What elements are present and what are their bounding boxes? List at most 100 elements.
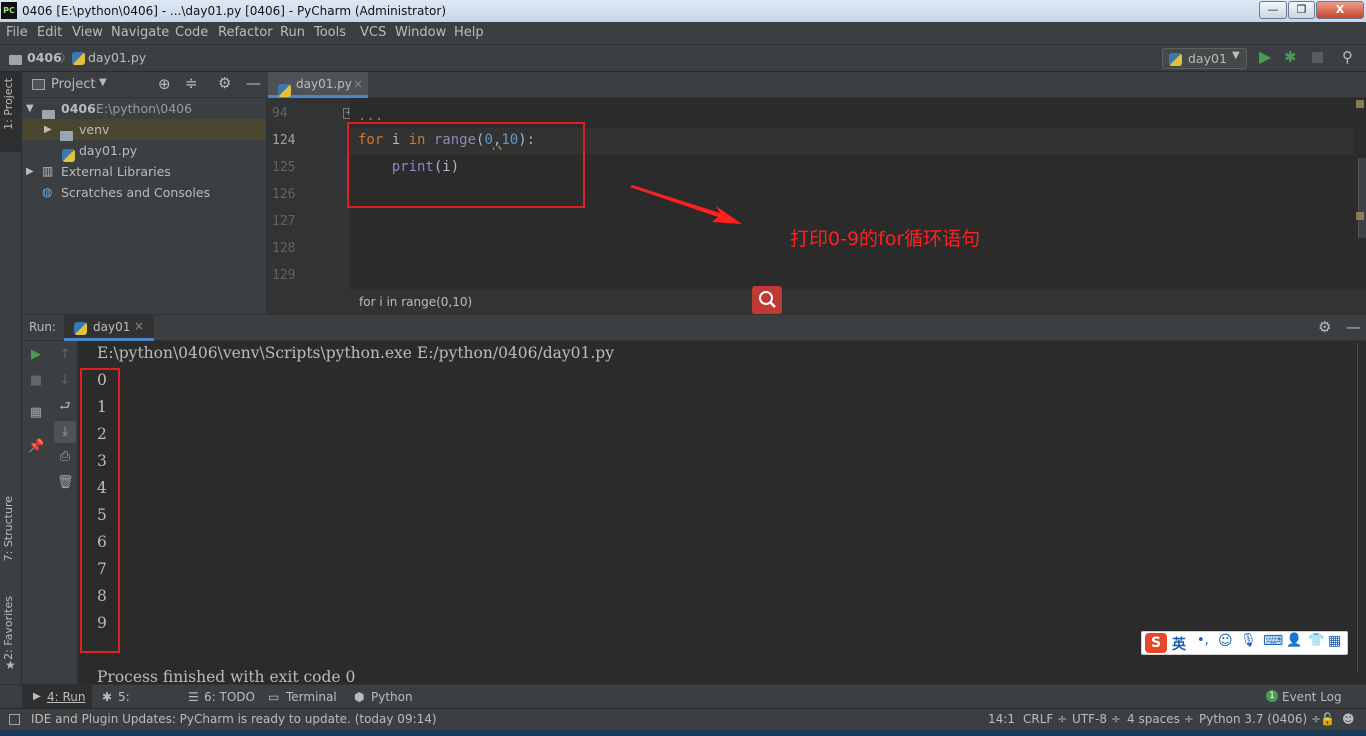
user-icon[interactable]: 👤	[1286, 633, 1302, 648]
project-panel: Project ▼ ⊕ ≑ ⚙ — ▼ 0406 E:\python\0406 …	[22, 72, 266, 314]
line-number: 127	[272, 214, 296, 229]
microphone-icon[interactable]: 🎙	[1240, 633, 1257, 648]
maximize-button[interactable]: ❐	[1288, 1, 1315, 19]
gear-icon[interactable]: ⚙	[1318, 318, 1331, 336]
tab-terminal[interactable]: ▭ Terminal	[266, 685, 337, 709]
locate-icon[interactable]: ⊕	[158, 75, 171, 93]
search-icon[interactable]	[752, 286, 782, 314]
menu-vcs[interactable]: VCS	[360, 22, 386, 44]
indent-setting[interactable]: 4 spaces ÷	[1127, 709, 1194, 730]
scroll-thumb[interactable]	[1358, 158, 1366, 238]
lock-icon[interactable]: 🔓	[1320, 709, 1335, 730]
hide-icon[interactable]: —	[246, 74, 261, 92]
skin-icon[interactable]: 👕	[1308, 633, 1324, 648]
run-icon[interactable]: ▶	[1259, 47, 1271, 66]
code-breadcrumb[interactable]: for i in range(0,10)	[266, 290, 1366, 314]
close-icon[interactable]: ×	[353, 72, 363, 96]
menu-run[interactable]: Run	[280, 22, 305, 44]
menu-help[interactable]: Help	[454, 22, 484, 44]
search-icon[interactable]: ⚲	[1342, 48, 1353, 66]
tree-item-venv[interactable]: ▶ venv	[22, 119, 266, 141]
tree-item-scratches[interactable]: ◍ Scratches and Consoles	[22, 182, 266, 203]
chevron-down-icon: ▼	[1232, 50, 1240, 61]
python-interpreter[interactable]: Python 3.7 (0406) ÷	[1199, 709, 1321, 730]
editor-tab-bar: day01.py ×	[266, 72, 1366, 98]
tree-item-external-libraries[interactable]: ▶ ▥ External Libraries	[22, 161, 266, 182]
tab-debug[interactable]: ✱ 5: Debug	[98, 685, 172, 728]
editor-scrollbar[interactable]	[1354, 98, 1366, 290]
minimize-button[interactable]: —	[1259, 1, 1287, 19]
nav-project[interactable]: 0406	[27, 50, 62, 65]
menu-window[interactable]: Window	[395, 22, 446, 44]
debug-icon[interactable]: ✱	[1284, 48, 1297, 66]
tab-label: day01.py	[296, 77, 352, 91]
windows-taskbar	[0, 730, 1366, 736]
tab-run-label: 4: Run	[47, 690, 86, 704]
emoji-icon[interactable]: ☺	[1218, 633, 1233, 649]
tab-python-console[interactable]: ⬢ Python Console	[352, 685, 462, 728]
annotation-arrow	[630, 185, 742, 224]
annotation-text: 打印0-9的for循环语句	[790, 228, 981, 250]
keyboard-icon[interactable]: ⌨	[1263, 633, 1283, 649]
tab-event-log[interactable]: 1 Event Log	[1264, 685, 1354, 709]
file-encoding[interactable]: UTF-8 ÷	[1072, 709, 1121, 730]
run-label: Run:	[29, 320, 57, 334]
menu-navigate[interactable]: Navigate	[111, 22, 169, 44]
layout-icon[interactable]: ▦	[28, 405, 44, 421]
print-icon[interactable]: ⎙	[57, 449, 73, 465]
tree-item-day01[interactable]: day01.py	[22, 140, 266, 162]
down-arrow-icon[interactable]: ↓	[57, 373, 73, 389]
run-config-select[interactable]: day01 ▼	[1162, 48, 1247, 69]
menu-view[interactable]: View	[72, 22, 103, 44]
editor-gutter: 94 124 125 126 127 128 129 +	[266, 98, 354, 290]
tab-todo-label: 6: TODO	[204, 690, 255, 704]
scroll-to-end-icon[interactable]: ⤓	[54, 421, 76, 443]
cursor-position[interactable]: 14:1	[988, 709, 1015, 730]
hide-icon[interactable]: —	[1346, 318, 1361, 336]
pin-icon[interactable]: 📌	[28, 439, 44, 455]
tab-structure[interactable]: 7: Structure	[2, 496, 15, 561]
grid-icon[interactable]: ▦	[1328, 633, 1341, 649]
console-scrollbar[interactable]	[1354, 341, 1366, 684]
chevron-down-icon[interactable]: ▼	[99, 77, 107, 88]
ime-toolbar[interactable]: S 英 •, ☺ 🎙 ⌨ 👤 👕 ▦	[1141, 631, 1348, 655]
title-bar: PC 0406 [E:\python\0406] - ...\day01.py …	[0, 0, 1366, 22]
status-message[interactable]: IDE and Plugin Updates: PyCharm is ready…	[31, 709, 437, 730]
tab-terminal-label: Terminal	[286, 690, 337, 704]
collapse-all-icon[interactable]: ≑	[185, 74, 198, 92]
menu-refactor[interactable]: Refactor	[218, 22, 273, 44]
tab-project[interactable]: 1: Project	[2, 78, 15, 130]
stop-icon[interactable]	[1312, 52, 1323, 63]
tab-run[interactable]: ▶ 4: Run	[22, 685, 92, 709]
breadcrumb-separator-icon: 〉	[60, 51, 73, 65]
tree-item-root[interactable]: ▼ 0406 E:\python\0406	[22, 98, 266, 120]
highlight-box-code	[347, 122, 585, 208]
soft-wrap-icon[interactable]: ⮐	[57, 399, 73, 415]
tab-day01[interactable]: day01.py ×	[268, 72, 368, 98]
trash-icon[interactable]: 🗑	[57, 475, 74, 491]
run-tab-day01[interactable]: day01 ×	[64, 315, 154, 341]
inspector-icon[interactable]: ☻	[1342, 709, 1355, 730]
project-view-title[interactable]: Project	[51, 77, 95, 92]
line-number: 126	[272, 187, 296, 202]
menu-file[interactable]: File	[6, 22, 28, 44]
tab-todo[interactable]: ☰ 6: TODO	[186, 685, 256, 709]
stop-icon[interactable]: ■	[28, 373, 44, 389]
tree-item-label: Scratches and Consoles	[61, 185, 211, 200]
toggle-panels-icon[interactable]	[9, 714, 20, 725]
gear-icon[interactable]: ⚙	[218, 74, 231, 92]
close-icon[interactable]: ×	[134, 319, 144, 333]
ime-language[interactable]: 英	[1172, 634, 1186, 654]
punctuation-icon[interactable]: •,	[1197, 633, 1209, 648]
play-icon: ▶	[33, 691, 41, 702]
menu-tools[interactable]: Tools	[314, 22, 346, 44]
menu-edit[interactable]: Edit	[37, 22, 62, 44]
line-separator[interactable]: CRLF ÷	[1023, 709, 1067, 730]
up-arrow-icon[interactable]: ↑	[57, 347, 73, 363]
close-button[interactable]: X	[1316, 1, 1364, 19]
nav-file[interactable]: day01.py	[88, 50, 146, 65]
tab-favorites[interactable]: 2: Favorites	[2, 596, 15, 660]
menu-code[interactable]: Code	[175, 22, 208, 44]
highlight-box-output	[80, 368, 120, 653]
rerun-icon[interactable]: ▶	[28, 347, 44, 363]
